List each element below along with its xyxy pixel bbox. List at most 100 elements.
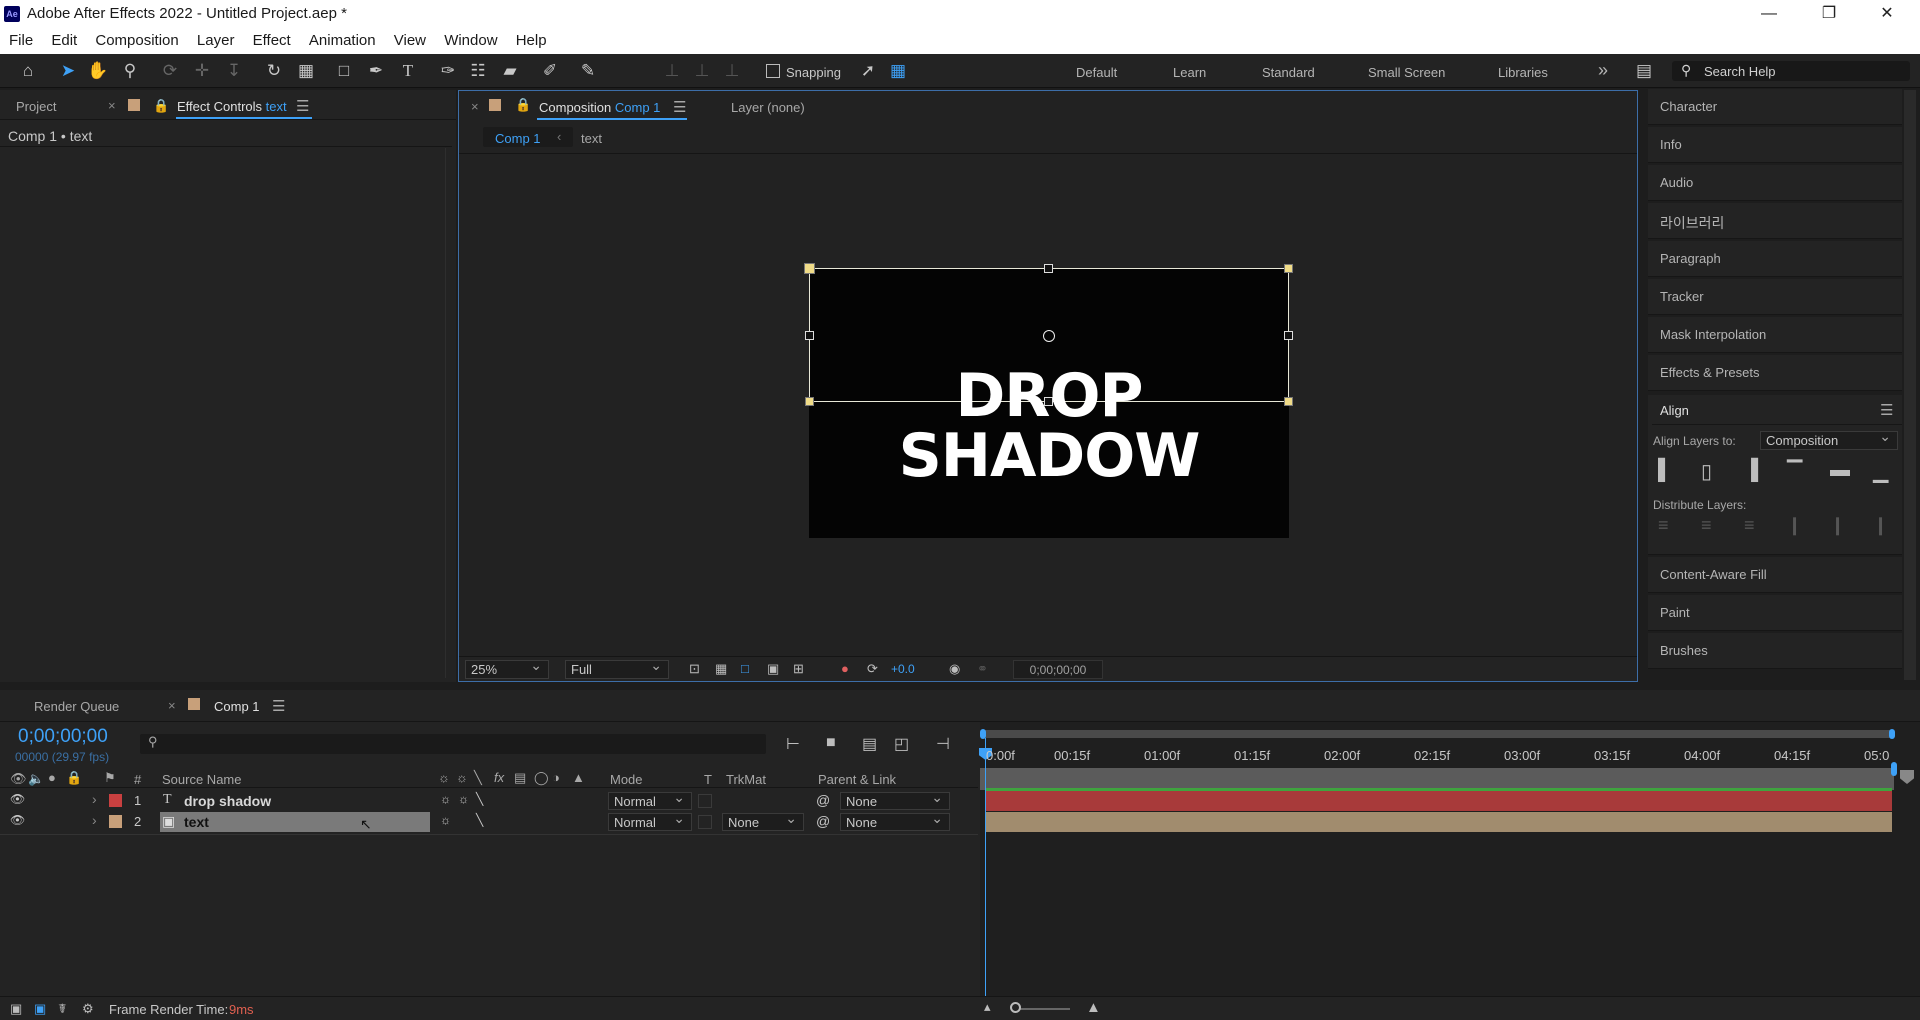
align-left-icon[interactable]: ▌ — [1658, 459, 1672, 482]
video-toggle-icon[interactable]: 👁 — [10, 771, 27, 787]
workspace-menu-icon[interactable]: ▤ — [1632, 60, 1656, 82]
motion-blur-switch-icon[interactable]: ◯ — [534, 770, 549, 786]
selection-tool-icon[interactable]: ➤ — [56, 60, 80, 82]
zoom-slider[interactable] — [1014, 1008, 1070, 1010]
pan-camera-icon[interactable]: ✛ — [190, 60, 214, 82]
distribute-bottom-icon[interactable]: ≡ — [1744, 515, 1755, 536]
zoom-out-icon[interactable]: ▴ — [984, 999, 991, 1015]
zoom-tool-icon[interactable]: ⚲ — [118, 60, 142, 82]
align-top-icon[interactable]: ▔ — [1787, 459, 1802, 484]
menu-effect[interactable]: Effect — [253, 28, 291, 49]
align-h-center-icon[interactable]: ▯ — [1701, 459, 1712, 484]
breadcrumb-comp-1[interactable]: Comp 1 — [495, 131, 541, 146]
snap-features-icon[interactable]: ▦ — [886, 60, 910, 82]
puppet-pin-icon[interactable]: ✎ — [576, 60, 600, 82]
align-bottom-icon[interactable]: ▁ — [1873, 459, 1888, 484]
pickwhip-icon[interactable]: @ — [816, 813, 830, 829]
zoom-dropdown[interactable]: 25% — [465, 657, 549, 679]
align-right-icon[interactable]: ▐ — [1744, 459, 1758, 482]
zoom-slider-thumb[interactable] — [1010, 1002, 1021, 1013]
frame-blending-icon[interactable]: ▤ — [862, 734, 877, 754]
distribute-v-center-icon[interactable]: ≡ — [1701, 515, 1712, 536]
layer-label-color[interactable] — [109, 815, 122, 828]
layer-name[interactable]: text — [184, 814, 209, 830]
menu-view[interactable]: View — [394, 28, 426, 49]
mask-path-icon[interactable]: □ — [741, 661, 749, 676]
layer-mode-dropdown[interactable]: Normal — [608, 810, 692, 831]
layer-1-duration-bar[interactable] — [986, 791, 1892, 811]
distribute-top-icon[interactable]: ≡ — [1658, 515, 1669, 536]
shy-icon[interactable]: ☼ — [440, 813, 451, 827]
panel-scrollbar[interactable] — [445, 148, 446, 678]
align-to-dropdown[interactable]: Composition — [1760, 428, 1898, 450]
draft-3d-icon[interactable]: ■ — [826, 734, 836, 752]
layer-visibility-icon[interactable]: 👁 — [10, 792, 25, 806]
close-button[interactable]: ✕ — [1858, 0, 1916, 28]
time-graph[interactable] — [980, 722, 1920, 996]
workspace-small-screen[interactable]: Small Screen — [1368, 65, 1445, 80]
lock-icon[interactable]: 🔒 — [153, 98, 169, 114]
parent-dropdown[interactable]: None — [840, 789, 950, 810]
close-tab-icon[interactable]: × — [108, 98, 116, 113]
work-area-bar[interactable] — [980, 768, 1894, 790]
lock-icon[interactable]: 🔒 — [66, 770, 82, 786]
workspace-overflow-icon[interactable]: » — [1598, 60, 1608, 81]
tab-render-queue[interactable]: Render Queue — [34, 699, 119, 714]
current-time-indicator[interactable] — [985, 738, 986, 996]
pen-tool-icon[interactable]: ✒ — [364, 60, 388, 82]
column-parent-link[interactable]: Parent & Link — [818, 772, 896, 787]
transparency-grid-icon[interactable]: ▦ — [715, 661, 727, 677]
comp-lock-icon[interactable]: 🔒 — [515, 97, 531, 113]
resolution-dropdown[interactable]: Full — [565, 657, 669, 679]
bounding-handle-r[interactable] — [1284, 331, 1293, 340]
layer-switches-icon[interactable]: ▣ — [10, 1001, 22, 1017]
snapshot-camera-icon[interactable]: ◉ — [949, 661, 960, 677]
navigator-end-handle[interactable] — [1889, 729, 1895, 739]
menu-composition[interactable]: Composition — [95, 28, 178, 49]
menu-file[interactable]: File — [9, 28, 33, 49]
distribute-left-icon[interactable]: ❙ — [1787, 515, 1802, 536]
panel-libraries-korean[interactable]: 라이브러리 — [1648, 203, 1902, 239]
hand-tool-icon[interactable]: ✋ — [86, 60, 110, 82]
menu-edit[interactable]: Edit — [51, 28, 77, 49]
distribute-h-center-icon[interactable]: ❙ — [1830, 515, 1845, 536]
align-menu-icon[interactable]: ☰ — [1880, 401, 1893, 419]
panel-info[interactable]: Info — [1648, 127, 1902, 163]
tab-layer[interactable]: Layer (none) — [731, 100, 805, 115]
bounding-handle-tr[interactable] — [1284, 264, 1293, 273]
panel-audio[interactable]: Audio — [1648, 165, 1902, 201]
snapping-checkbox[interactable] — [766, 64, 780, 78]
timeline-menu-icon[interactable]: ☰ — [272, 697, 285, 715]
breadcrumb-text[interactable]: text — [581, 131, 602, 146]
workspace-default[interactable]: Default — [1076, 65, 1117, 80]
layer-row[interactable]: 👁 › 1 T drop shadow ☼ ☼ ╲ Normal @ None — [0, 789, 978, 811]
region-of-interest-icon[interactable]: ▣ — [767, 661, 779, 677]
panel-paint[interactable]: Paint — [1648, 595, 1902, 631]
panel-content-aware-fill[interactable]: Content-Aware Fill — [1648, 557, 1902, 593]
comp-timecode[interactable]: 0;00;00;00 — [1013, 660, 1103, 679]
anchor-point-icon[interactable] — [1043, 330, 1055, 342]
show-snapshot-icon[interactable]: ⚭ — [977, 661, 988, 677]
align-v-center-icon[interactable]: ▬ — [1830, 459, 1850, 482]
roto-brush-icon[interactable]: ✐ — [538, 60, 562, 82]
expand-arrow-icon[interactable]: › — [92, 812, 97, 828]
rectangle-tool-icon[interactable]: □ — [332, 60, 356, 82]
pickwhip-icon[interactable]: @ — [816, 792, 830, 808]
preserve-transparency-checkbox[interactable] — [698, 815, 712, 829]
minimize-button[interactable]: — — [1740, 0, 1798, 28]
continuous-raster-icon[interactable]: ☼ — [458, 792, 469, 806]
graph-editor-icon[interactable]: ⊣ — [936, 734, 950, 754]
panel-brushes[interactable]: Brushes — [1648, 633, 1902, 669]
layer-name[interactable]: drop shadow — [184, 793, 271, 809]
layer-label-color[interactable] — [109, 794, 122, 807]
search-help-input[interactable]: ⚲ Search Help — [1672, 61, 1910, 81]
column-source-name[interactable]: Source Name — [162, 772, 241, 787]
menu-help[interactable]: Help — [516, 28, 547, 49]
layer-visibility-icon[interactable]: 👁 — [10, 813, 25, 827]
panel-mask-interpolation[interactable]: Mask Interpolation — [1648, 317, 1902, 353]
eraser-tool-icon[interactable]: ▰ — [498, 60, 522, 82]
panel-effects-presets[interactable]: Effects & Presets — [1648, 355, 1902, 391]
comp-panel-menu-icon[interactable]: ☰ — [673, 98, 686, 116]
trkmat-dropdown[interactable]: None — [722, 810, 804, 831]
label-tag-icon[interactable]: ⚑ — [104, 770, 116, 786]
